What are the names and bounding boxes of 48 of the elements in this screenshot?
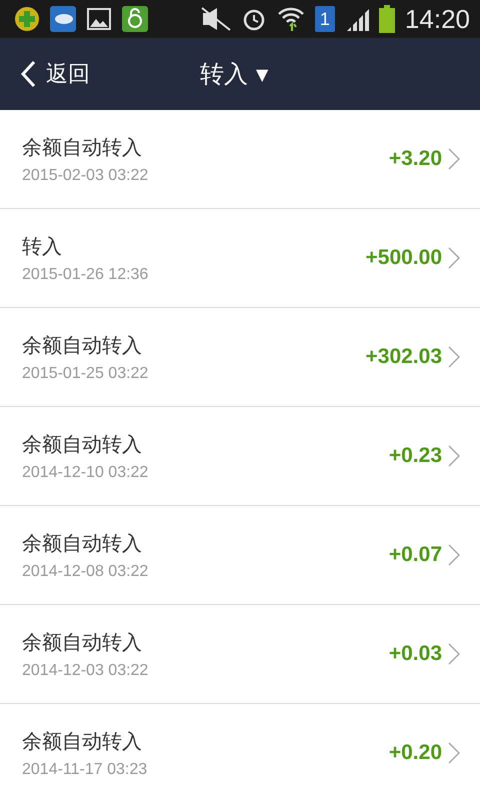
chevron-right-icon bbox=[448, 643, 460, 665]
transaction-title: 余额自动转入 bbox=[22, 134, 143, 160]
transaction-amount: +0.03 bbox=[388, 642, 442, 666]
signal-icon bbox=[344, 7, 369, 31]
wifi-icon bbox=[276, 6, 305, 32]
transaction-amount: +500.00 bbox=[366, 246, 442, 270]
lock-icon bbox=[122, 6, 148, 32]
transaction-row[interactable]: 余额自动转入 2015-02-03 03:22 +3.20 bbox=[0, 110, 480, 209]
transaction-row[interactable]: 余额自动转入 2014-12-03 03:22 +0.03 bbox=[0, 605, 480, 704]
sim-badge: 1 bbox=[314, 6, 335, 32]
chevron-left-icon bbox=[20, 60, 36, 88]
clock-time: 14:20 bbox=[404, 4, 470, 34]
transaction-title: 余额自动转入 bbox=[22, 628, 143, 656]
transaction-row[interactable]: 转入 2015-01-26 12:36 +500.00 bbox=[0, 209, 480, 308]
transaction-date: 2015-01-26 12:36 bbox=[22, 266, 150, 284]
transaction-amount: +302.03 bbox=[366, 345, 442, 369]
chevron-right-icon bbox=[448, 742, 460, 764]
transaction-date: 2015-01-25 03:22 bbox=[22, 364, 150, 382]
transaction-amount: +0.20 bbox=[388, 741, 442, 765]
transaction-amount: +0.23 bbox=[388, 444, 442, 468]
back-button[interactable]: 返回 bbox=[0, 38, 90, 110]
plus-circle-icon bbox=[14, 6, 40, 32]
transaction-date: 2014-11-17 03:23 bbox=[22, 760, 148, 778]
transaction-title: 余额自动转入 bbox=[22, 430, 143, 458]
transaction-date: 2014-12-03 03:22 bbox=[22, 662, 150, 680]
mute-icon bbox=[200, 7, 231, 31]
transaction-row[interactable]: 余额自动转入 2014-12-08 03:22 +0.07 bbox=[0, 506, 480, 605]
battery-icon bbox=[378, 5, 395, 33]
chevron-right-icon bbox=[448, 247, 460, 269]
chevron-right-icon bbox=[448, 148, 460, 170]
transaction-title: 余额自动转入 bbox=[22, 332, 143, 358]
transaction-date: 2014-12-08 03:22 bbox=[22, 562, 150, 580]
image-icon bbox=[86, 6, 112, 32]
transaction-title: 余额自动转入 bbox=[22, 728, 143, 754]
chevron-right-icon bbox=[448, 544, 460, 566]
transaction-date: 2015-02-03 03:22 bbox=[22, 166, 150, 184]
transaction-amount: +3.20 bbox=[388, 147, 442, 171]
chevron-right-icon bbox=[448, 346, 460, 368]
transaction-title: 余额自动转入 bbox=[22, 530, 143, 556]
chevron-right-icon bbox=[448, 445, 460, 467]
transaction-row[interactable]: 余额自动转入 2014-12-10 03:22 +0.23 bbox=[0, 407, 480, 506]
transaction-title: 转入 bbox=[22, 232, 63, 260]
transaction-amount: +0.07 bbox=[388, 543, 442, 567]
title-dropdown[interactable]: 转入 ▼ bbox=[200, 38, 268, 110]
transaction-row[interactable]: 余额自动转入 2014-11-17 03:23 +0.20 bbox=[0, 704, 480, 800]
cloud-icon bbox=[50, 6, 76, 32]
transaction-row[interactable]: 余额自动转入 2015-01-25 03:22 +302.03 bbox=[0, 308, 480, 407]
transaction-date: 2014-12-10 03:22 bbox=[22, 464, 150, 482]
